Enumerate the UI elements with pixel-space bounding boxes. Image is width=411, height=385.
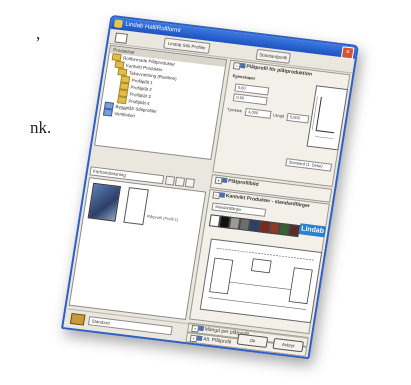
profile-sketch — [306, 85, 349, 151]
caption-fragment-1: , — [36, 24, 41, 43]
product-icon — [69, 312, 86, 326]
refresh-icon[interactable] — [184, 178, 196, 189]
color-panel: − Kantvikt Produkter - standardfärger St… — [189, 188, 330, 335]
profile-photo-thumbnail[interactable] — [87, 182, 122, 222]
length-field[interactable]: 5,000 — [286, 112, 310, 124]
lindab-logo: Lindab — [298, 223, 327, 238]
product-tree: Produktval Rollformade Plåtprodukter Kan… — [94, 44, 228, 160]
value-field-2[interactable]: 0,60 — [232, 93, 268, 106]
profile-drawing-thumbnail[interactable] — [123, 187, 149, 226]
cancel-button[interactable]: Avbryt — [272, 337, 304, 353]
dimension-drawing — [199, 238, 323, 324]
caption-fragment-2: nk. — [30, 118, 52, 137]
section-icon — [195, 345, 202, 351]
profile-sketch-drawing — [311, 96, 335, 139]
detail-panel: − Plåtprofil för plåtproduktion Egenskap… — [212, 59, 351, 187]
image-icon — [221, 177, 228, 184]
view-icon[interactable] — [164, 175, 176, 186]
profile-icon — [240, 62, 246, 69]
thumbnail-panel: Plåtprofil (Profil 1) — [68, 177, 207, 320]
label-length: Längd — [272, 112, 285, 119]
screenshot-frame: Lindab Hall/Rollforml × Lindab Sök Profi… — [60, 14, 360, 360]
folder-icon — [102, 108, 113, 117]
ok-button[interactable]: Ok — [236, 333, 269, 348]
app-window: Lindab Hall/Rollforml × Lindab Sök Profi… — [60, 14, 360, 360]
dimension-drawing-svg — [208, 247, 314, 310]
zoom-icon[interactable] — [174, 176, 186, 187]
label-thickness: Tjocklek — [227, 106, 243, 114]
palette-icon — [219, 192, 226, 198]
thumbnail-label: Plåtprofil (Profil 1) — [146, 213, 179, 223]
thickness-field[interactable]: 4,000 — [244, 107, 272, 119]
bottom-select[interactable]: Standard — [87, 316, 173, 336]
app-icon — [113, 19, 124, 29]
standard-profile-button[interactable]: Standardprofil — [255, 48, 291, 64]
toolbar-icon[interactable] — [114, 32, 128, 44]
standard-select[interactable]: Standard (1. Delar) — [285, 158, 333, 172]
subtab-properties[interactable]: Egenskaper — [232, 73, 255, 81]
expand-icon[interactable]: + — [188, 344, 197, 353]
